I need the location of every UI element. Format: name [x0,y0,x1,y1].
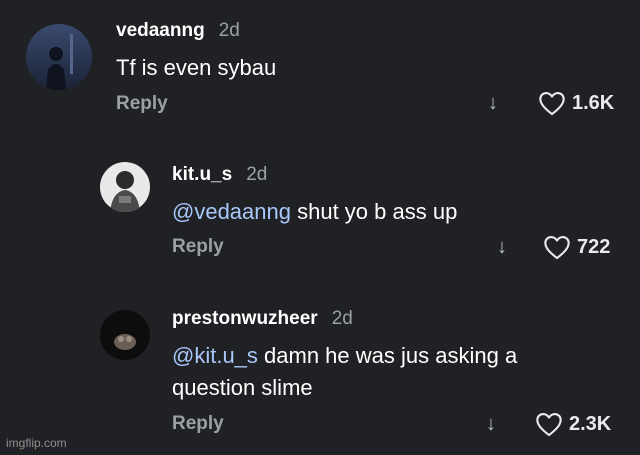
username[interactable]: kit.u_s [172,164,232,186]
mention-link[interactable]: @kit.u_s [172,343,258,368]
heart-icon [536,413,562,437]
timestamp: 2d [331,308,353,329]
watermark: imgflip.com [6,436,67,450]
heart-icon [539,92,565,116]
down-arrow-icon[interactable]: ↓ [486,413,496,436]
comment-line: question slime [172,375,313,400]
timestamp: 2d [218,20,240,41]
comment-text: @vedaanng shut yo b ass up [172,196,457,228]
mention-link[interactable]: @vedaanng [172,199,291,224]
comment-kit-u-s: kit.u_s 2d @vedaanng shut yo b ass up Re… [0,140,640,290]
heart-icon [544,236,570,260]
like-count: 2.3K [569,412,612,435]
comment-body: shut yo b ass up [290,199,458,224]
avatar[interactable] [100,162,150,212]
username[interactable]: prestonwuzheer [172,308,318,330]
timestamp: 2d [246,164,268,185]
comment-vedaanng: vedaanng 2d Tf is even sybau Reply ↓ 1.6… [0,0,640,140]
comment-body: Tf is even sybau [116,55,277,80]
reply-button[interactable]: Reply [172,413,224,435]
like-count: 1.6K [572,91,615,114]
comment-text: @kit.u_s damn he was jus asking a questi… [172,340,517,404]
comment-body: damn he was jus asking a [257,343,518,368]
down-arrow-icon[interactable]: ↓ [488,92,498,115]
like-count: 722 [577,235,611,258]
comment-text: Tf is even sybau [116,52,276,84]
reply-button[interactable]: Reply [172,236,224,258]
like-button[interactable]: 722 [543,234,610,260]
avatar[interactable] [100,310,150,360]
comment-prestonwuzheer: prestonwuzheer 2d @kit.u_s damn he was j… [0,290,640,455]
comment-line: @kit.u_s damn he was jus asking a [172,340,517,372]
down-arrow-icon[interactable]: ↓ [497,236,507,259]
avatar[interactable] [26,24,92,90]
username[interactable]: vedaanng [116,20,205,42]
like-button[interactable]: 2.3K [535,411,611,437]
like-button[interactable]: 1.6K [538,90,614,116]
reply-button[interactable]: Reply [116,93,168,115]
